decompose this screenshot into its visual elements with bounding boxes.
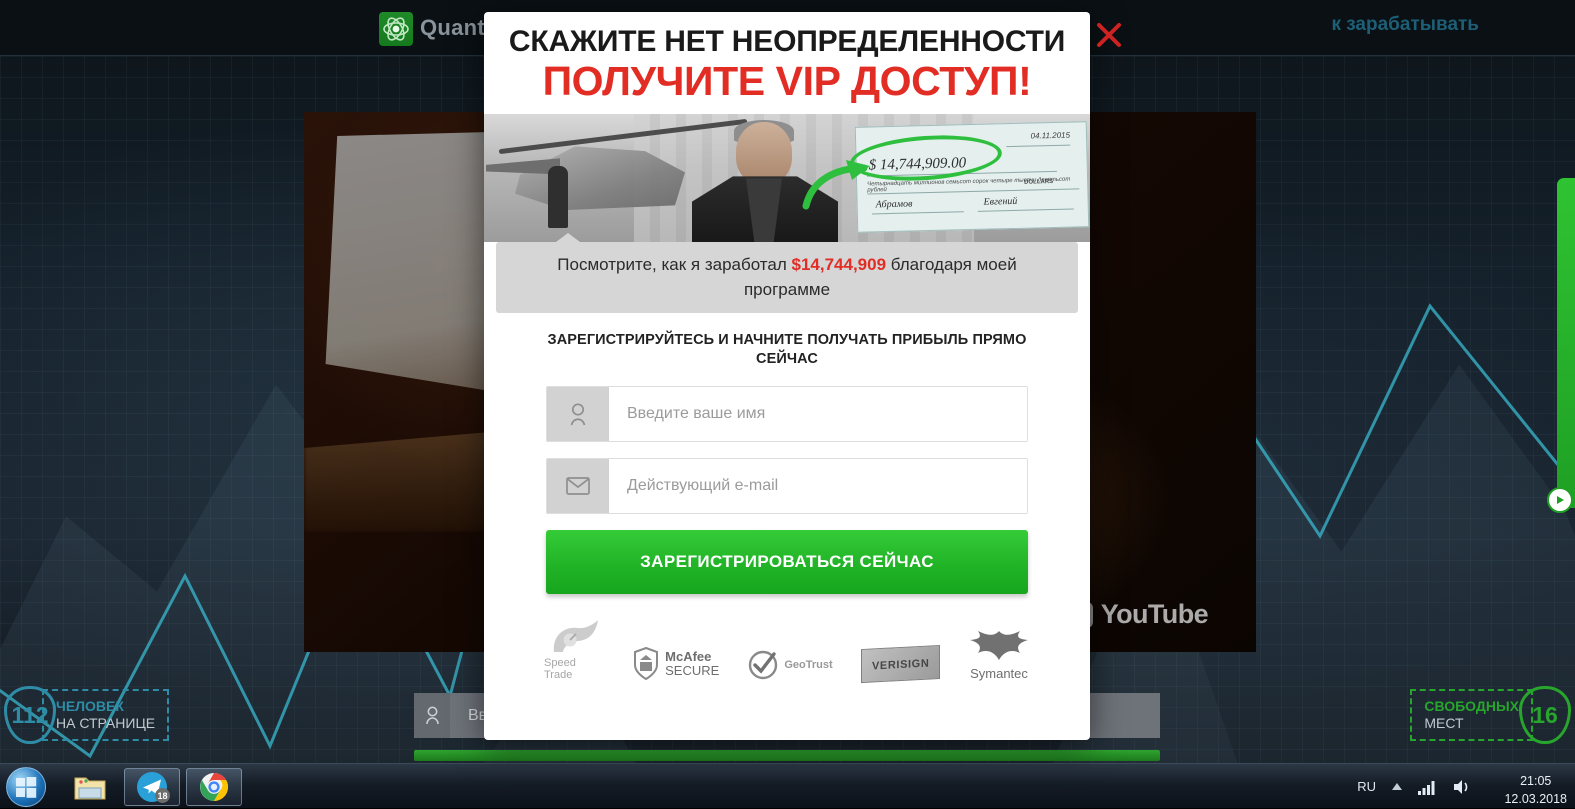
check-signature-rule — [871, 211, 964, 215]
email-input[interactable] — [609, 459, 1027, 514]
volume-icon[interactable] — [1453, 779, 1471, 795]
caption-amount-highlight: $14,744,909 — [791, 255, 887, 275]
seats-count: 16 — [1532, 701, 1558, 728]
chrome-icon — [200, 773, 228, 801]
taskbar-clock[interactable]: 21:05 12.03.2018 — [1504, 772, 1567, 808]
network-signal-icon[interactable] — [1418, 779, 1438, 795]
tray-language[interactable]: RU — [1357, 779, 1376, 794]
geotrust-check-icon — [749, 650, 778, 680]
person-icon — [414, 693, 450, 738]
taskbar-item-telegram[interactable]: 18 — [124, 768, 180, 806]
clock-date: 12.03.2018 — [1504, 792, 1567, 807]
badge-mcafee: McAfee SECURE — [633, 647, 719, 681]
clock-time: 21:05 — [1520, 774, 1552, 788]
verisign-plate-icon: VERISIGN — [860, 645, 940, 684]
envelope-icon — [547, 459, 609, 514]
check-signature-first-name: Евгений — [983, 196, 1018, 209]
windows-taskbar: 18 RU 21:05 12.03.2018 — [0, 763, 1575, 808]
badge-label: Speed Trade — [544, 657, 576, 682]
header-tagline: к зарабатывать — [1331, 14, 1479, 35]
visitors-label-normal: НА СТРАНИЦЕ — [56, 715, 156, 731]
youtube-wordmark: YouTube — [1100, 599, 1209, 629]
badge-speed-trade: Speed Trade — [544, 620, 605, 681]
taskbar-item-explorer[interactable] — [62, 768, 118, 806]
badge-label-secure: SECURE — [665, 663, 720, 679]
visitors-label-bold: ЧЕЛОВЕК — [56, 697, 124, 714]
system-tray: RU — [1357, 764, 1471, 809]
chevron-up-icon[interactable] — [1391, 782, 1403, 792]
seats-counter-label: СВОБОДНЫХ МЕСТ — [1410, 688, 1533, 742]
check-rule — [1006, 145, 1071, 148]
visitors-counter: 112 ЧЕЛОВЕК НА СТРАНИЦЕ — [4, 686, 170, 744]
email-field-row — [546, 458, 1028, 515]
page-cta-button[interactable] — [414, 750, 1160, 761]
modal-hero-image: 04.11.2015 $ 14,744,909.00 Четырнадцать … — [484, 114, 1090, 243]
quantum-logo-icon — [379, 12, 413, 46]
badge-label: McAfee — [665, 649, 712, 665]
person-icon — [547, 387, 609, 442]
seats-label-bold: СВОБОДНЫХ — [1424, 697, 1519, 714]
check-signature-rule — [977, 208, 1074, 213]
vip-access-modal: СКАЖИТЕ НЕТ НЕОПРЕДЕЛЕННОСТИ ПОЛУЧИТЕ VI… — [484, 12, 1090, 740]
modal-header: СКАЖИТЕ НЕТ НЕОПРЕДЕЛЕННОСТИ ПОЛУЧИТЕ VI… — [484, 12, 1090, 110]
side-tab-handle[interactable] — [1557, 178, 1575, 508]
check-signature-last-name: Абрамов — [875, 198, 913, 211]
seats-label-normal: МЕСТ — [1424, 715, 1464, 731]
green-arrow-annotation — [802, 160, 870, 210]
modal-headline-bottom: ПОЛУЧИТЕ VIP ДОСТУП! — [542, 57, 1032, 104]
side-tab-play-icon[interactable] — [1547, 487, 1573, 513]
caption-notch — [556, 233, 580, 243]
visitors-counter-label: ЧЕЛОВЕК НА СТРАНИЦЕ — [42, 688, 170, 742]
trust-badges: Speed Trade McAfee SECURE GeoTrust VERIS… — [544, 620, 1030, 684]
background-person — [548, 166, 568, 229]
name-input[interactable] — [609, 387, 1027, 442]
badge-label: GeoTrust — [784, 659, 833, 672]
start-button-icon[interactable] — [6, 767, 46, 807]
visitors-count: 112 — [11, 701, 49, 728]
presenter-head — [736, 122, 792, 185]
seats-counter: СВОБОДНЫХ МЕСТ 16 — [1410, 686, 1571, 744]
badge-label: VERISIGN — [871, 657, 929, 673]
mcafee-shield-icon — [634, 647, 659, 681]
badge-label: Symantec — [970, 666, 1028, 682]
modal-subheadline: ЗАРЕГИСТРИРУЙТЕСЬ И НАЧНИТЕ ПОЛУЧАТЬ ПРИ… — [547, 331, 1027, 368]
badge-symantec: Symantec — [968, 627, 1030, 681]
name-field-row — [546, 386, 1028, 443]
folder-icon — [74, 777, 106, 799]
modal-signup-form: ЗАРЕГИСТРИРОВАТЬСЯ СЕЙЧАС — [546, 386, 1028, 595]
desktop-screen: Quantum к зарабатывать YouTube Введите в… — [0, 0, 1575, 808]
symantec-icon — [970, 631, 1028, 661]
telegram-unread-badge: 18 — [155, 788, 170, 803]
modal-caption: Посмотрите, как я заработал $14,744,909 … — [496, 233, 1078, 313]
taskbar-item-chrome[interactable] — [186, 768, 242, 806]
seats-counter-pin: 16 — [1519, 686, 1571, 744]
check-date: 04.11.2015 — [1030, 131, 1071, 141]
badge-geotrust: GeoTrust — [747, 649, 833, 681]
modal-headline-top: СКАЖИТЕ НЕТ НЕОПРЕДЕЛЕННОСТИ — [508, 25, 1066, 58]
register-now-button[interactable]: ЗАРЕГИСТРИРОВАТЬСЯ СЕЙЧАС — [546, 530, 1028, 595]
caption-text-before: Посмотрите, как я заработал — [557, 255, 792, 275]
badge-verisign: VERISIGN — [860, 645, 940, 684]
speed-trade-icon — [553, 620, 598, 653]
close-icon[interactable] — [1096, 22, 1122, 48]
